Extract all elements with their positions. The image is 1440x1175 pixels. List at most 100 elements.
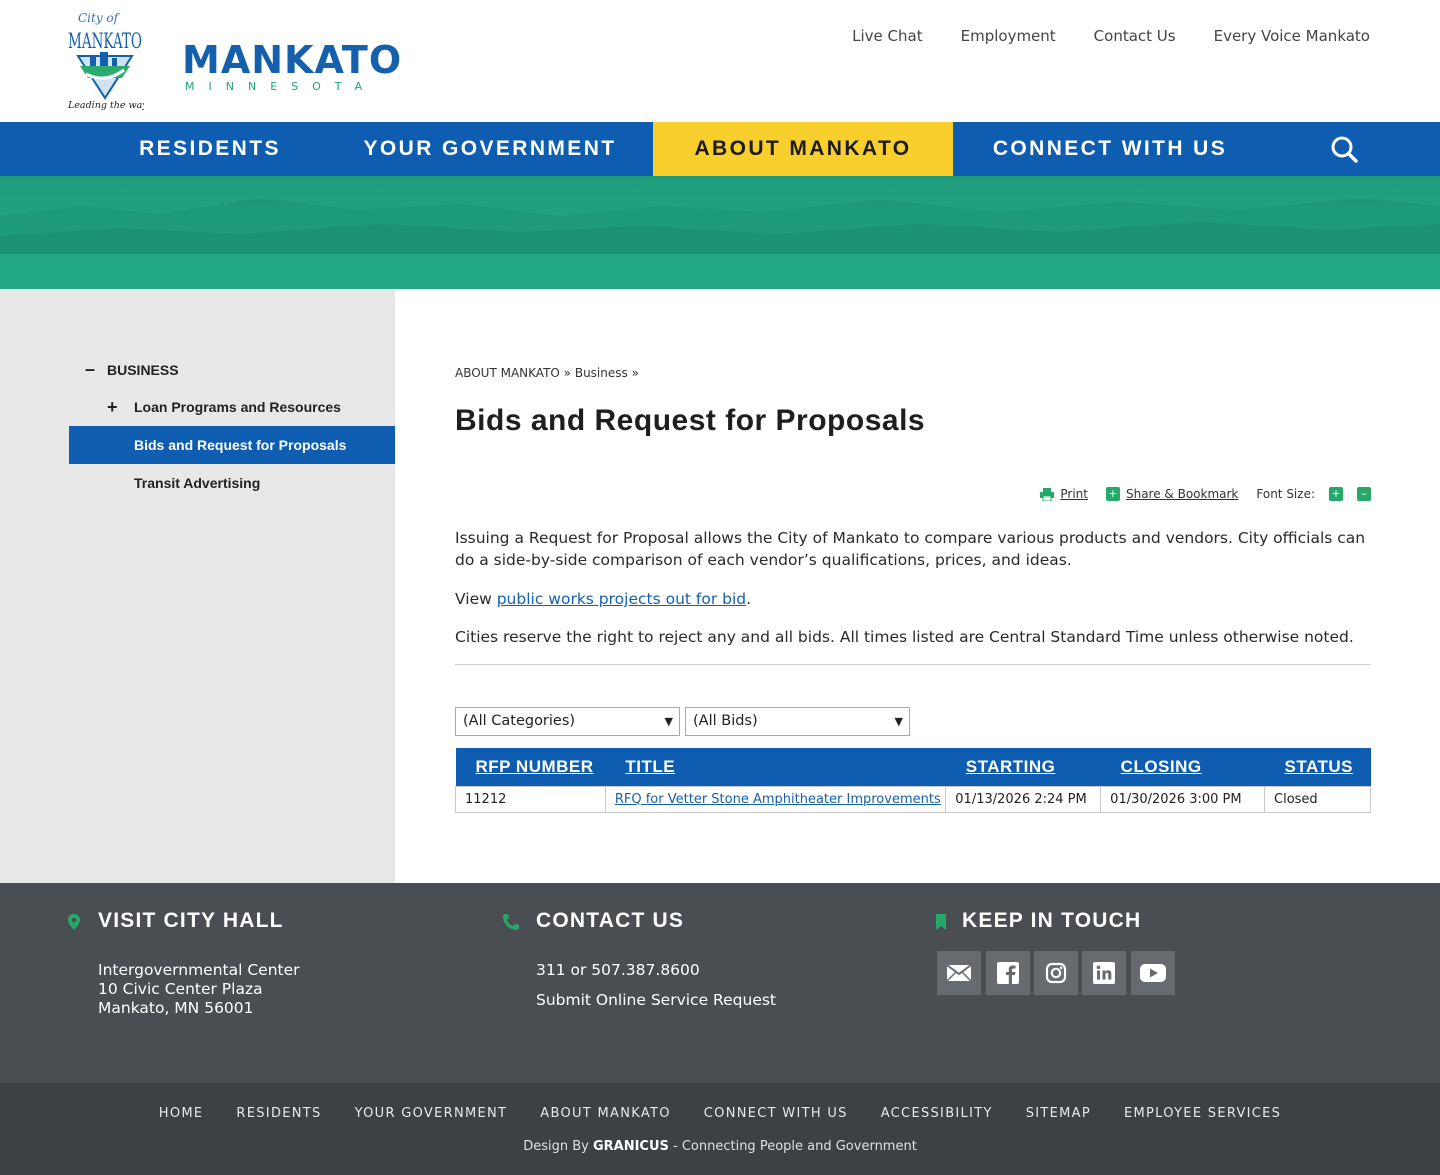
sidebar-section-label: BUSINESS [107,361,179,378]
sidebar-section-business[interactable]: – BUSINESS [85,359,179,380]
footer-bottom-bar: HOME RESIDENTS YOUR GOVERNMENT ABOUT MAN… [0,1083,1440,1175]
design-credit: Design By GRANICUS - Connecting People a… [0,1139,1440,1154]
credit-suffix: - Connecting People and Government [668,1139,917,1154]
share-bookmark-link[interactable]: Share & Bookmark [1126,487,1238,501]
sidebar-item-loan-programs[interactable]: + Loan Programs and Resources [69,388,395,426]
site-footer: VISIT CITY HALL Intergovernmental Center… [0,883,1440,1083]
expand-plus-icon[interactable]: + [107,388,118,426]
seal-script-bottom: Leading the way... [67,100,144,111]
breadcrumb-business[interactable]: Business [575,366,628,380]
sidebar-item-label: Bids and Request for Proposals [134,437,347,453]
phone-icon [503,914,519,930]
share-tool[interactable]: + Share & Bookmark [1105,487,1238,501]
wordmark-title: MANKATO [182,38,403,82]
bookmark-icon [936,914,946,930]
header-starting[interactable]: STARTING [945,748,1101,786]
footer-link-your-government[interactable]: YOUR GOVERNMENT [355,1106,508,1121]
public-works-paragraph: View public works projects out for bid. [455,588,1371,610]
phone-number: 311 or 507.387.8600 [536,961,700,979]
sidebar-item-label: Loan Programs and Resources [134,399,341,415]
email-icon[interactable] [937,951,981,995]
breadcrumb-about-mankato[interactable]: ABOUT MANKATO [455,366,560,380]
sidebar-item-transit-advertising[interactable]: Transit Advertising [69,464,395,502]
nav-residents[interactable]: RESIDENTS [105,122,315,176]
font-size-label: Font Size: [1256,487,1315,501]
breadcrumb: ABOUT MANKATO » Business » [455,366,639,380]
keep-in-touch-heading: KEEP IN TOUCH [962,909,1142,932]
header-rfp-number[interactable]: RFP NUMBER [455,748,606,786]
youtube-icon[interactable] [1131,951,1175,995]
footer-link-residents[interactable]: RESIDENTS [236,1106,321,1121]
service-request-link[interactable]: Submit Online Service Request [536,991,776,1010]
nav-about-mankato[interactable]: ABOUT MANKATO [653,122,953,176]
wordmark-subtitle: MINNESOTA [185,80,377,93]
para-suffix: . [746,590,752,608]
city-seal-logo[interactable]: City of MANKATO Leading the way... [66,8,155,112]
font-increase-icon[interactable]: + [1329,487,1343,501]
collapse-minus-icon: – [85,359,96,379]
cell-closing: 01/30/2026 3:00 PM [1100,785,1266,813]
cell-title: RFQ for Vetter Stone Amphitheater Improv… [604,785,947,813]
section-sidebar: – BUSINESS + Loan Programs and Resources… [0,289,395,883]
granicus-link[interactable]: GRANICUS [593,1139,669,1154]
print-tool[interactable]: Print [1040,487,1088,501]
font-decrease-icon[interactable]: – [1357,487,1371,501]
seal-text: MANKATO [68,29,142,53]
mankato-wordmark[interactable]: MANKATO MINNESOTA [182,40,402,94]
disclaimer-paragraph: Cities reserve the right to reject any a… [455,628,1354,646]
address-line: Intergovernmental Center [98,961,300,979]
every-voice-mankato-link[interactable]: Every Voice Mankato [1214,27,1370,45]
intro-paragraph: Issuing a Request for Proposal allows th… [455,529,1366,569]
live-chat-link[interactable]: Live Chat [852,27,922,45]
header-status[interactable]: STATUS [1264,748,1371,786]
table-row: 11212 RFQ for Vetter Stone Amphitheater … [455,785,1371,813]
visit-city-hall-heading: VISIT CITY HALL [98,909,284,932]
credit-prefix: Design By [523,1139,593,1154]
footer-link-connect-with-us[interactable]: CONNECT WITH US [704,1106,848,1121]
main-nav: RESIDENTS YOUR GOVERNMENT ABOUT MANKATO … [0,122,1440,176]
cell-rfp-number: 11212 [455,785,606,813]
contact-us-heading: CONTACT US [536,909,685,932]
page-tools: Print + Share & Bookmark Font Size: + – [1022,487,1371,501]
category-filter-value: (All Categories) [463,713,576,729]
print-link[interactable]: Print [1060,487,1088,501]
chevron-down-icon: ▼ [664,715,673,728]
address-line: Mankato, MN 56001 [98,999,254,1017]
search-icon[interactable] [1330,135,1358,163]
address-line: 10 Civic Center Plaza [98,980,263,998]
cell-status: Closed [1264,785,1371,813]
hero-banner [0,176,1440,289]
nav-connect-with-us[interactable]: CONNECT WITH US [985,122,1235,176]
footer-link-home[interactable]: HOME [159,1106,204,1121]
nav-your-government[interactable]: YOUR GOVERNMENT [355,122,625,176]
category-filter-select[interactable]: (All Categories) ▼ [455,707,680,736]
printer-icon [1040,487,1055,501]
divider [455,664,1371,665]
header-closing[interactable]: CLOSING [1100,748,1265,786]
instagram-icon[interactable] [1034,951,1078,995]
contact-us-link[interactable]: Contact Us [1094,27,1176,45]
bids-filter-value: (All Bids) [693,713,758,729]
header-title[interactable]: TITLE [605,748,946,786]
font-size-tool: Font Size: + – [1256,487,1371,501]
site-header: City of MANKATO Leading the way... MANKA… [0,0,1440,122]
sidebar-item-bids-rfp[interactable]: Bids and Request for Proposals [69,426,395,464]
para-prefix: View [455,590,497,608]
seal-script-top: City of [78,11,121,25]
chevron-down-icon: ▼ [894,715,903,728]
footer-link-employee-services[interactable]: EMPLOYEE SERVICES [1124,1106,1281,1121]
public-works-link[interactable]: public works projects out for bid [497,590,746,608]
facebook-icon[interactable] [986,951,1030,995]
page-title: Bids and Request for Proposals [455,404,926,437]
footer-nav: HOME RESIDENTS YOUR GOVERNMENT ABOUT MAN… [0,1106,1440,1121]
footer-link-accessibility[interactable]: ACCESSIBILITY [881,1106,993,1121]
footer-link-sitemap[interactable]: SITEMAP [1026,1106,1091,1121]
bids-table: RFP NUMBER TITLE STARTING CLOSING STATUS… [455,748,1371,813]
linkedin-icon[interactable] [1082,951,1126,995]
cell-starting: 01/13/2026 2:24 PM [945,785,1102,813]
bids-filter-select[interactable]: (All Bids) ▼ [685,707,910,736]
bid-title-link[interactable]: RFQ for Vetter Stone Amphitheater Improv… [615,792,941,807]
footer-link-about-mankato[interactable]: ABOUT MANKATO [540,1106,671,1121]
employment-link[interactable]: Employment [961,27,1056,45]
sidebar-item-label: Transit Advertising [134,475,261,491]
